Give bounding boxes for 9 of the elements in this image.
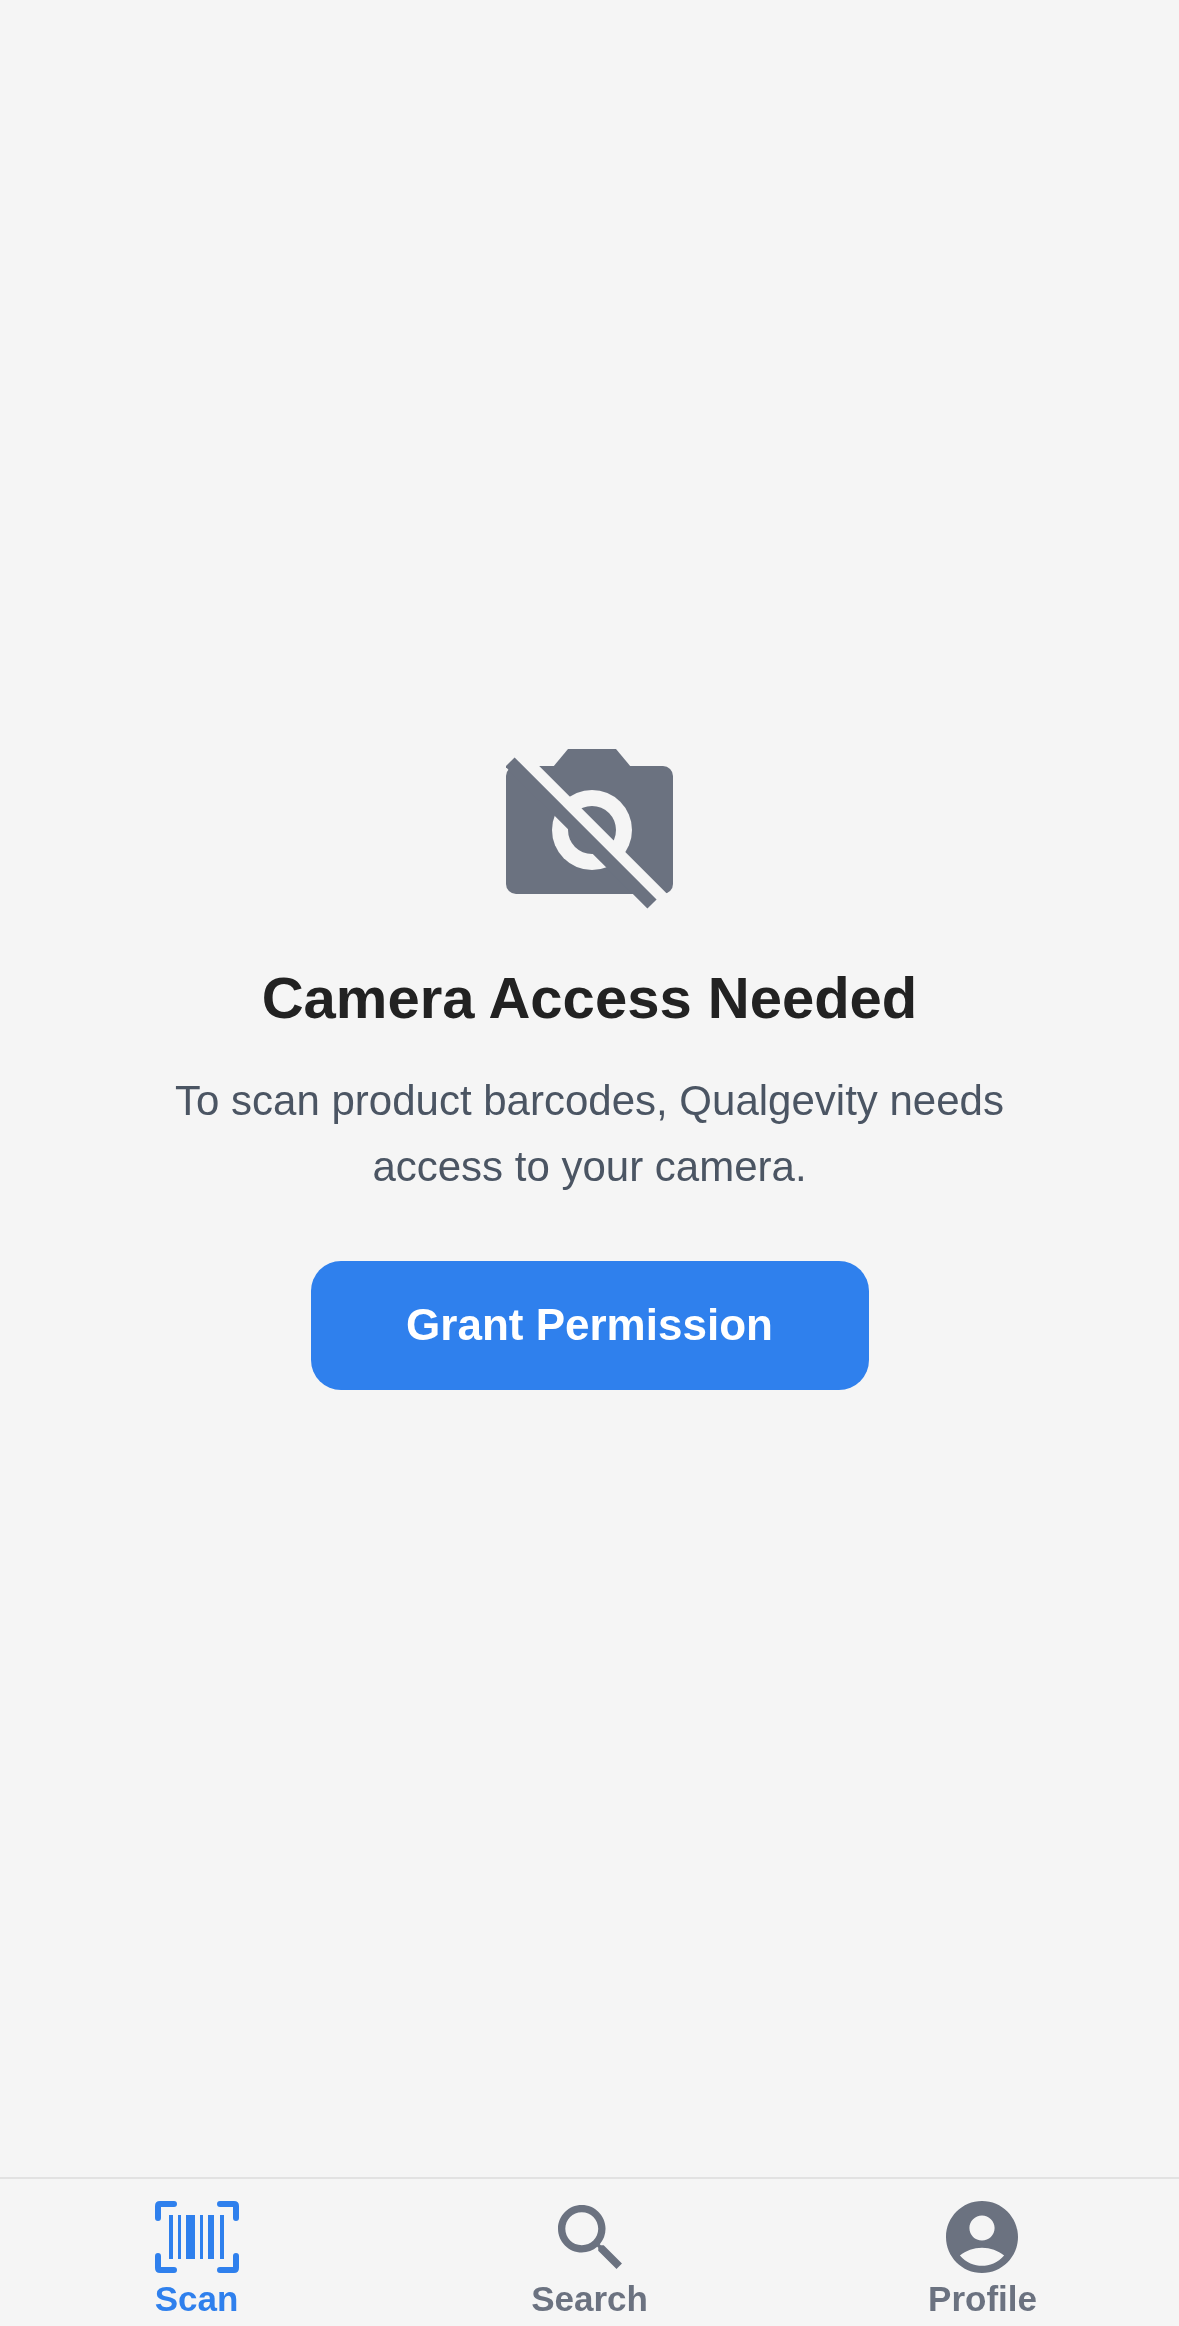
camera-off-icon	[505, 747, 674, 910]
grant-permission-button[interactable]: Grant Permission	[310, 1260, 869, 1390]
tab[interactable]: Scan	[154, 2201, 239, 2319]
screen-title: Camera Access Needed	[261, 963, 918, 1032]
search-icon	[557, 2205, 622, 2269]
tab[interactable]: Profile	[928, 2201, 1037, 2319]
barcode-scan-icon	[154, 2201, 239, 2273]
tab[interactable]: Search	[531, 2201, 648, 2319]
permission-message: To scan product barcodes, Qualgevity needs access to your camera.	[174, 1075, 1005, 1192]
